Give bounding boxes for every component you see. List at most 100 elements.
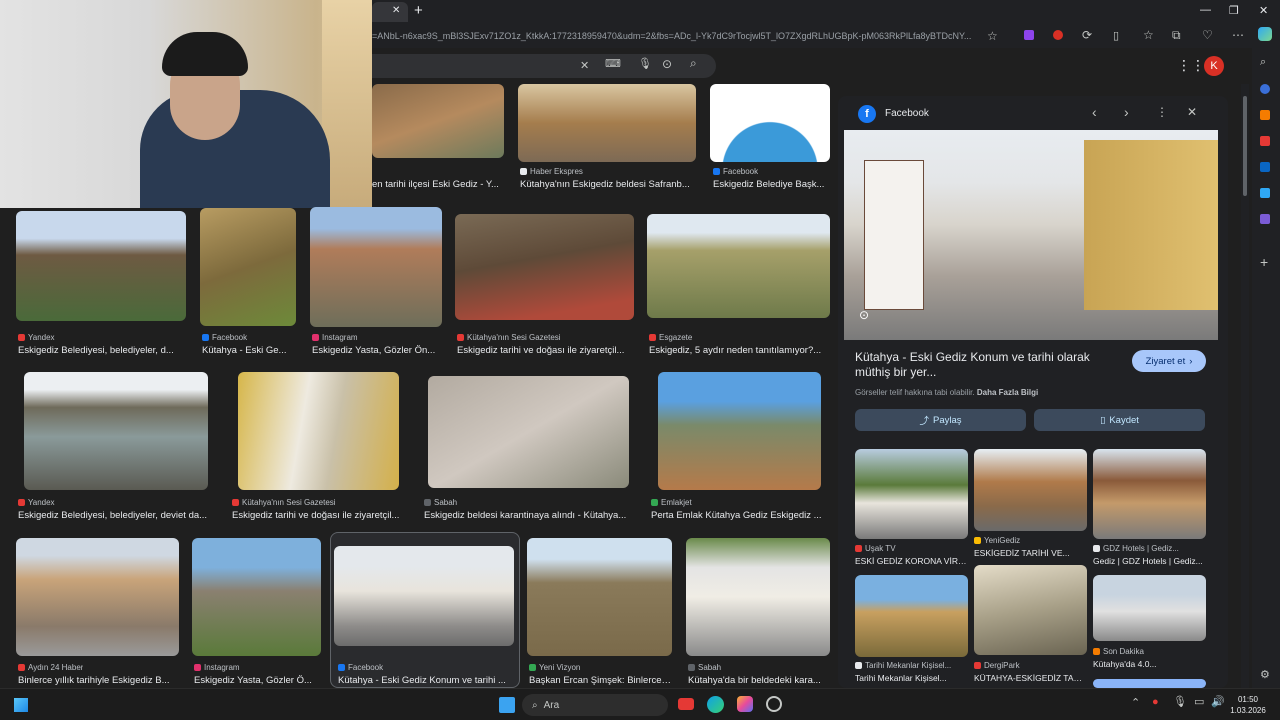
tab-close-icon[interactable]: ✕: [392, 5, 400, 16]
close-panel-icon[interactable]: ✕: [1187, 105, 1197, 119]
lens-icon[interactable]: ⊙: [662, 57, 672, 71]
tools-icon[interactable]: [1260, 136, 1270, 146]
more-info-link[interactable]: Daha Fazla Bilgi: [977, 388, 1038, 397]
show-hidden-icons-icon[interactable]: ⌃: [1131, 696, 1140, 709]
extension-icon[interactable]: [1024, 30, 1034, 40]
save-button[interactable]: ▯ Kaydet: [1034, 409, 1205, 431]
related-caption[interactable]: ESKİGEDİZ TARİHİ VE...: [974, 548, 1087, 558]
maximize-icon[interactable]: ❐: [1229, 4, 1239, 17]
more-options-icon[interactable]: ⋮: [1156, 105, 1168, 119]
result-caption[interactable]: Perta Emlak Kütahya Gediz Eskigediz ...: [651, 510, 830, 521]
result-caption[interactable]: Eskigediz Belediyesi, belediyeler, devie…: [18, 510, 214, 521]
related-caption[interactable]: Tarihi Mekanlar Kişisel...: [855, 673, 968, 683]
telegram-icon[interactable]: [1260, 188, 1270, 198]
result-caption[interactable]: en tarihi ilçesi Eski Gediz - Y...: [372, 179, 504, 190]
tray-app-icon[interactable]: ●: [1152, 696, 1159, 708]
network-icon[interactable]: ▭: [1194, 695, 1204, 708]
result-image[interactable]: [238, 372, 399, 490]
result-image[interactable]: [16, 211, 186, 321]
keyboard-icon[interactable]: ⌨: [605, 57, 621, 70]
result-image[interactable]: [647, 214, 830, 318]
result-caption[interactable]: Başkan Ercan Şimşek: Binlerce ...: [529, 675, 672, 686]
mic-tray-icon[interactable]: 🎙: [1173, 695, 1187, 708]
result-caption[interactable]: Kütahya - Eski Ge...: [202, 345, 298, 356]
preview-image[interactable]: [844, 130, 1218, 340]
obs-icon[interactable]: [766, 696, 782, 712]
panel-title[interactable]: Kütahya - Eski Gediz Konum ve tarihi ola…: [855, 350, 1119, 380]
result-image[interactable]: [518, 84, 696, 162]
related-image[interactable]: [1093, 449, 1206, 539]
result-caption[interactable]: Eskigediz Yasta, Gözler Ön...: [312, 345, 444, 356]
taskbar-search[interactable]: ⌕ Ara: [522, 694, 668, 716]
browser-essentials-icon[interactable]: ♡: [1202, 28, 1213, 42]
share-button[interactable]: ⤴ Paylaş: [855, 409, 1026, 431]
related-image[interactable]: [1093, 575, 1206, 641]
related-image[interactable]: [974, 565, 1087, 655]
search-icon[interactable]: ⌕: [690, 56, 697, 71]
minimize-icon[interactable]: —: [1200, 4, 1211, 16]
related-caption[interactable]: KÜTAHYA-ESKİGEDİZ TARİH...: [974, 673, 1087, 683]
panel-source[interactable]: Facebook: [885, 108, 929, 119]
result-caption[interactable]: Eskigediz tarihi ve doğası ile ziyaretçi…: [457, 345, 634, 356]
outlook-icon[interactable]: [1260, 162, 1270, 172]
related-image[interactable]: [974, 449, 1087, 531]
microphone-icon[interactable]: 🎙: [638, 57, 652, 70]
result-image[interactable]: [192, 538, 321, 656]
related-caption[interactable]: Gediz | GDZ Hotels | Gediz...: [1093, 556, 1206, 566]
scrollbar[interactable]: [1241, 84, 1249, 688]
edge-icon[interactable]: [707, 696, 724, 713]
sync-icon[interactable]: ⟳: [1082, 28, 1092, 42]
related-caption[interactable]: ESKİ GEDİZ KORONA VİRÜS...: [855, 556, 968, 566]
result-image[interactable]: [310, 207, 442, 327]
url-field[interactable]: =ANbL-n6xac9S_mBl3SJExv71ZO1z_KtkkA:1772…: [372, 28, 998, 44]
youtube-icon[interactable]: [678, 698, 694, 710]
new-tab-icon[interactable]: +: [414, 2, 423, 19]
result-caption[interactable]: Eskigediz Belediyesi, belediyeler, d...: [18, 345, 188, 356]
result-image[interactable]: [686, 538, 830, 656]
copilot-app-icon[interactable]: [737, 696, 753, 712]
result-caption[interactable]: Binlerce yıllık tarihiyle Eskigediz B...: [18, 675, 179, 686]
clear-search-icon[interactable]: ✕: [580, 59, 589, 72]
result-image[interactable]: [527, 538, 672, 656]
next-arrow-icon[interactable]: ›: [1124, 104, 1129, 120]
result-caption[interactable]: Kütahya'nın Eskigediz beldesi Safranb...: [520, 179, 696, 190]
related-image[interactable]: [855, 449, 968, 539]
result-caption[interactable]: Eskigediz Belediye Başk...: [713, 179, 830, 190]
result-caption[interactable]: Eskigediz tarihi ve doğası ile ziyaretçi…: [232, 510, 406, 521]
result-image[interactable]: [200, 208, 296, 326]
more-menu-icon[interactable]: ⋯: [1232, 28, 1244, 42]
apps-grid-icon[interactable]: ⋮⋮: [1177, 57, 1205, 74]
sidebar-app-icon[interactable]: [1260, 84, 1270, 94]
volume-icon[interactable]: 🔊: [1211, 695, 1225, 708]
result-caption[interactable]: Eskigediz beldesi karantinaya alındı - K…: [424, 510, 634, 521]
collections-icon[interactable]: ⧉: [1172, 28, 1181, 43]
result-caption[interactable]: Eskigediz Yasta, Gözler Ö...: [194, 675, 321, 686]
extension-record-icon[interactable]: [1053, 30, 1063, 40]
result-caption[interactable]: Kütahya - Eski Gediz Konum ve tarihi ...: [338, 675, 514, 686]
result-caption[interactable]: Kütahya'da bir beldedeki kara...: [688, 675, 830, 686]
result-image[interactable]: [428, 376, 629, 488]
clock[interactable]: 01:50 1.03.2026: [1228, 694, 1268, 716]
visit-button[interactable]: Ziyaret et ›: [1132, 350, 1206, 372]
favorites-icon[interactable]: ☆: [1143, 28, 1154, 42]
result-caption[interactable]: Eskigediz, 5 aydır neden tanıtılamıyor?.…: [649, 345, 830, 356]
scrollbar-thumb[interactable]: [1243, 96, 1247, 196]
result-image[interactable]: [710, 84, 830, 162]
copilot-sidebar-icon[interactable]: [1260, 214, 1270, 224]
close-window-icon[interactable]: ✕: [1259, 4, 1268, 17]
related-image[interactable]: [1093, 679, 1206, 688]
settings-icon[interactable]: ⚙: [1260, 668, 1270, 681]
start-icon[interactable]: [499, 697, 515, 713]
prev-arrow-icon[interactable]: ‹: [1092, 104, 1097, 120]
active-tab[interactable]: ✕: [372, 2, 408, 22]
split-screen-icon[interactable]: ▯: [1113, 29, 1119, 42]
widgets-icon[interactable]: [14, 698, 28, 712]
search-icon[interactable]: ⌕: [1260, 56, 1266, 69]
related-caption[interactable]: Kütahya'da 4.0...: [1093, 659, 1206, 669]
result-image[interactable]: [16, 538, 179, 656]
result-image[interactable]: [372, 84, 504, 158]
result-image[interactable]: [24, 372, 208, 490]
shopping-icon[interactable]: [1260, 110, 1270, 120]
avatar[interactable]: K: [1204, 56, 1224, 76]
lens-search-icon[interactable]: ⊙: [859, 308, 869, 322]
